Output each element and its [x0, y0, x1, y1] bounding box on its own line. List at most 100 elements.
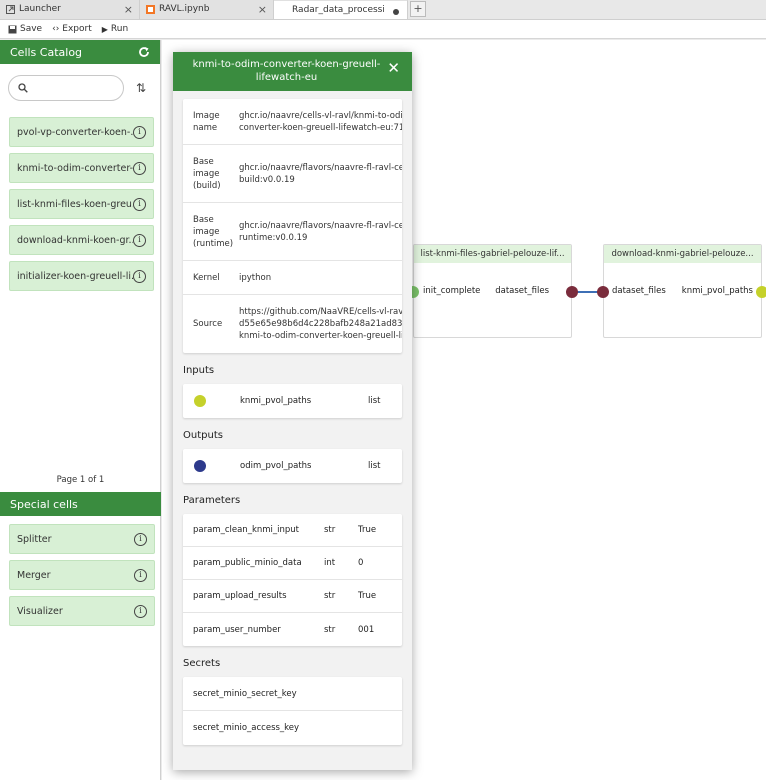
node-download-knmi[interactable]: download-knmi-gabriel-pelouze... dataset… [603, 244, 762, 338]
save-label: Save [20, 24, 43, 34]
dialog-body: Image name ghcr.io/naavre/cells-vl-ravl/… [173, 91, 412, 745]
param-name: param_upload_results [193, 591, 287, 601]
output-port[interactable] [566, 286, 578, 298]
export-label: Export [62, 24, 92, 34]
close-icon[interactable]: × [124, 3, 133, 16]
tab-label: RAVL.ipynb [159, 4, 210, 14]
refresh-icon[interactable] [138, 46, 150, 58]
secrets-table: secret_minio_secret_key secret_minio_acc… [183, 677, 402, 745]
cell-label: Visualizer [17, 605, 63, 617]
param-type: int [324, 558, 336, 568]
search-icon [18, 83, 28, 93]
play-icon: ▶ [101, 24, 108, 34]
info-key: Image name [193, 110, 220, 133]
port-label: dataset_files [495, 286, 549, 296]
cell-label: knmi-to-odim-converter-... [17, 162, 133, 174]
inputs-title: Inputs [183, 365, 215, 376]
param-type: str [324, 525, 336, 535]
info-icon[interactable]: i [134, 532, 147, 546]
search-input[interactable] [32, 83, 112, 93]
port-label: dataset_files [612, 286, 666, 296]
cell-label: list-knmi-files-koen-greu... [17, 198, 133, 210]
special-cell-visualizer[interactable]: Visualizer i [9, 596, 155, 626]
input-type: list [368, 396, 381, 406]
param-name: param_public_minio_data [193, 558, 302, 568]
param-row: param_upload_results str True [183, 580, 402, 613]
input-port[interactable] [597, 286, 609, 298]
info-icon[interactable]: i [133, 125, 146, 139]
secret-row: secret_minio_secret_key [183, 677, 402, 711]
param-value: True [358, 525, 377, 535]
cell-item[interactable]: knmi-to-odim-converter-... i [9, 153, 154, 183]
pagination-label: Page 1 of 1 [56, 475, 105, 485]
output-row: odim_pvol_paths list [183, 449, 402, 483]
cell-label: initializer-koen-greuell-li... [17, 270, 133, 282]
cell-label: download-knmi-koen-gr... [17, 234, 133, 246]
tab-bar: Launcher × RAVL.ipynb × Radar_data_proce… [0, 0, 766, 20]
output-port[interactable] [756, 286, 766, 298]
close-icon[interactable]: × [258, 3, 267, 16]
toolbar: Save ‹› Export ▶ Run [0, 20, 766, 39]
cell-item[interactable]: download-knmi-koen-gr... i [9, 225, 154, 255]
tab-radar-data-processing[interactable]: Radar_data_processing.naa [274, 0, 408, 19]
cell-info-table: Image name ghcr.io/naavre/cells-vl-ravl/… [183, 99, 402, 353]
output-type: list [368, 461, 381, 471]
cells-catalog-sidebar: Cells Catalog ⇅ pvol-vp-converter-koen-.… [0, 40, 161, 780]
info-icon[interactable]: i [134, 568, 147, 582]
param-row: param_public_minio_data int 0 [183, 547, 402, 580]
save-button[interactable]: Save [8, 24, 42, 34]
cell-item[interactable]: initializer-koen-greuell-li... i [9, 261, 154, 291]
node-title: download-knmi-gabriel-pelouze... [604, 245, 761, 263]
tab-ravl-notebook[interactable]: RAVL.ipynb × [140, 0, 274, 19]
tab-launcher[interactable]: Launcher × [0, 0, 140, 19]
special-cell-splitter[interactable]: Splitter i [9, 524, 155, 554]
param-name: param_clean_knmi_input [193, 525, 300, 535]
info-icon[interactable]: i [133, 161, 146, 175]
run-label: Run [110, 24, 129, 34]
sort-icon[interactable]: ⇅ [136, 81, 146, 95]
param-name: param_user_number [193, 624, 281, 635]
cell-label: pvol-vp-converter-koen-... [17, 126, 133, 138]
search-box[interactable] [8, 75, 124, 101]
cell-label: Splitter [17, 533, 52, 545]
run-button[interactable]: ▶ Run [102, 24, 128, 34]
info-value: ipython [239, 272, 272, 283]
cells-catalog-title: Cells Catalog [10, 45, 83, 59]
info-row: Kernel ipython [183, 261, 402, 295]
info-key: Kernel [193, 272, 220, 283]
info-icon[interactable]: i [133, 197, 146, 211]
secrets-title: Secrets [183, 658, 221, 669]
port-label: knmi_pvol_paths [681, 286, 753, 296]
info-key: Base image (runtime) [193, 214, 234, 249]
param-row: param_clean_knmi_input str True [183, 514, 402, 547]
secret-row: secret_minio_access_key [193, 723, 300, 733]
param-value: True [358, 591, 377, 601]
node-list-knmi-files[interactable]: list-knmi-files-gabriel-pelouze-lif... i… [413, 244, 572, 338]
node-title: list-knmi-files-gabriel-pelouze-lif... [414, 245, 571, 263]
cell-item[interactable]: list-knmi-files-koen-greu... i [9, 189, 154, 219]
outputs-title: Outputs [183, 430, 223, 441]
new-tab-button[interactable]: + [410, 1, 426, 17]
launcher-icon [6, 4, 15, 14]
close-icon[interactable]: ✕ [387, 61, 400, 76]
search-row: ⇅ [0, 69, 160, 107]
info-value[interactable]: https://github.com/NaaVRE/cells-vl-ravl/… [239, 295, 402, 353]
info-row: Base image (runtime) ghcr.io/naavre/flav… [183, 203, 402, 261]
special-cells-header: Special cells [0, 492, 161, 516]
info-row: Image name ghcr.io/naavre/cells-vl-ravl/… [183, 99, 402, 145]
export-button[interactable]: ‹› Export [52, 24, 92, 34]
save-icon [8, 25, 17, 33]
cell-item[interactable]: pvol-vp-converter-koen-... i [9, 117, 154, 147]
cells-catalog-header: Cells Catalog [0, 40, 160, 64]
info-icon[interactable]: i [134, 604, 147, 618]
info-icon[interactable]: i [133, 269, 146, 283]
cell-details-dialog: knmi-to-odim-converter-koen-greuell-life… [173, 52, 412, 770]
param-value: 0 [358, 558, 364, 568]
outputs-table: odim_pvol_paths list [183, 449, 402, 483]
unsaved-dot-icon[interactable] [393, 9, 399, 15]
info-icon[interactable]: i [133, 233, 146, 247]
parameters-title: Parameters [183, 495, 241, 506]
info-value: ghcr.io/naavre/cells-vl-ravl/knmi-to-odi… [239, 110, 402, 133]
special-cell-merger[interactable]: Merger i [9, 560, 155, 590]
param-value: 001 [358, 624, 375, 635]
